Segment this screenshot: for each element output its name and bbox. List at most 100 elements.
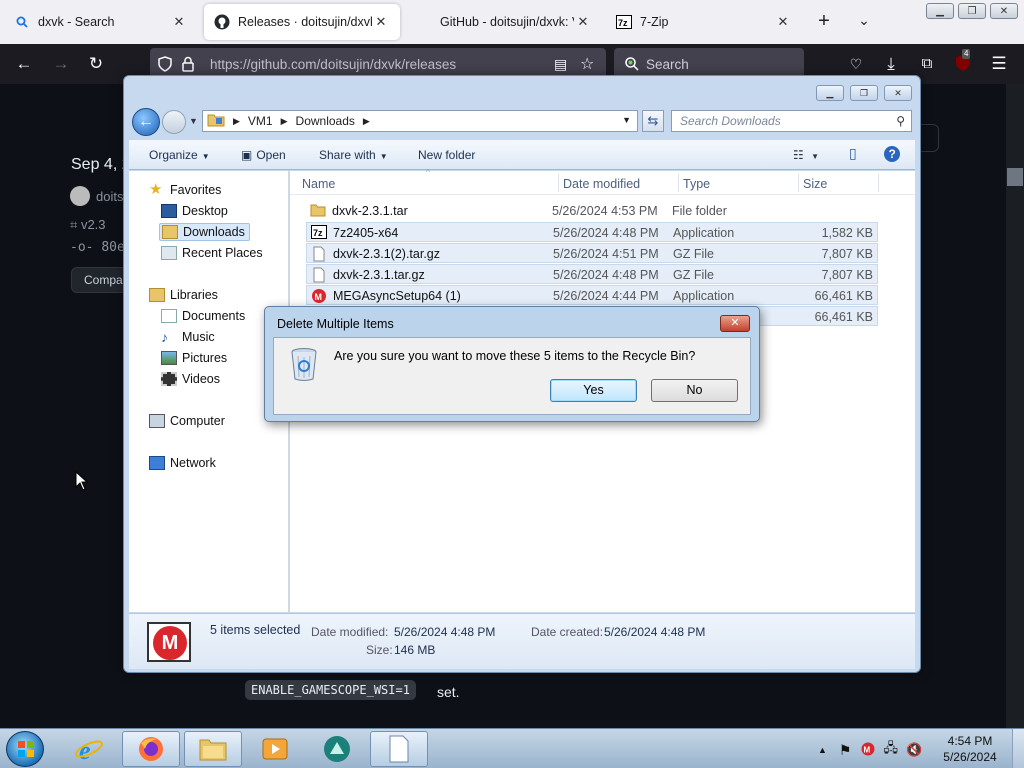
- nav-desktop[interactable]: Desktop: [161, 204, 228, 218]
- nav-downloads[interactable]: Downloads: [159, 223, 250, 241]
- share-with-button[interactable]: Share with ▼: [319, 148, 388, 162]
- column-name[interactable]: Name: [302, 177, 335, 191]
- breadcrumb-vm1[interactable]: VM1: [248, 114, 273, 128]
- no-button[interactable]: No: [651, 379, 738, 402]
- tab-list-chevron-icon[interactable]: ⌄: [852, 12, 876, 29]
- nav-music[interactable]: ♪ Music: [161, 330, 215, 344]
- nav-pictures[interactable]: Pictures: [161, 351, 227, 365]
- close-tab-icon[interactable]: ✕: [170, 14, 188, 30]
- column-divider[interactable]: [878, 174, 879, 192]
- file-type: Application: [673, 226, 735, 240]
- avatar[interactable]: [70, 186, 90, 206]
- internet-explorer-icon[interactable]: e: [60, 731, 118, 767]
- tab-7zip[interactable]: 7z 7-Zip ✕: [606, 4, 802, 40]
- download-icon[interactable]: ⤓: [880, 53, 902, 75]
- search-icon[interactable]: ⚲: [896, 114, 905, 128]
- file-type: Application: [673, 289, 735, 303]
- nav-computer[interactable]: Computer: [149, 414, 225, 428]
- shield-icon[interactable]: [158, 56, 172, 75]
- close-tab-icon[interactable]: ✕: [774, 14, 792, 30]
- yes-button[interactable]: Yes: [550, 379, 637, 402]
- network-tray-icon[interactable]: 🖧: [883, 739, 898, 761]
- lock-icon[interactable]: [182, 56, 194, 75]
- breadcrumb-downloads[interactable]: Downloads: [296, 114, 355, 128]
- new-folder-button[interactable]: New folder: [418, 148, 475, 162]
- column-date-modified[interactable]: Date modified: [563, 177, 640, 191]
- compare-button[interactable]: Compa: [71, 267, 131, 293]
- new-tab-button[interactable]: +: [812, 10, 836, 33]
- folder-icon: [310, 203, 326, 217]
- preview-pane-icon[interactable]: ▯: [849, 145, 857, 162]
- explorer-close-button[interactable]: ✕: [884, 85, 912, 101]
- show-hidden-icons-icon[interactable]: ▲: [818, 745, 827, 755]
- file-name: dxvk-2.3.1.tar: [332, 204, 408, 218]
- media-player-icon[interactable]: [246, 731, 304, 767]
- pocket-icon[interactable]: ♡: [845, 53, 867, 75]
- ublock-icon[interactable]: 4: [952, 49, 974, 75]
- close-tab-icon[interactable]: ✕: [574, 14, 592, 30]
- nav-libraries[interactable]: Libraries: [149, 288, 218, 302]
- dialog-close-button[interactable]: ✕: [720, 315, 750, 332]
- address-dropdown-icon[interactable]: ▼: [622, 115, 631, 125]
- minimize-button[interactable]: ▁: [926, 3, 954, 19]
- nav-recent-places[interactable]: Recent Places: [161, 246, 263, 260]
- nav-network[interactable]: Network: [149, 456, 216, 470]
- extensions-icon[interactable]: ⧉: [916, 53, 938, 75]
- app-taskbar-icon[interactable]: [308, 731, 366, 767]
- breadcrumb-separator[interactable]: ▶: [281, 116, 288, 127]
- help-icon[interactable]: ?: [883, 145, 901, 166]
- file-row[interactable]: dxvk-2.3.1(2).tar.gz 5/26/2024 4:51 PM G…: [306, 243, 878, 263]
- tab-dxvk-search[interactable]: dxvk - Search ✕: [4, 4, 198, 40]
- mega-tray-icon[interactable]: M: [861, 742, 875, 759]
- scrollbar-thumb[interactable]: [1007, 168, 1023, 186]
- clock[interactable]: 4:54 PM 5/26/2024: [940, 733, 1000, 765]
- file-row[interactable]: dxvk-2.3.1.tar 5/26/2024 4:53 PM File fo…: [306, 201, 878, 221]
- file-row[interactable]: M MEGAsyncSetup64 (1) 5/26/2024 4:44 PM …: [306, 285, 878, 305]
- breadcrumb-separator[interactable]: ▶: [363, 116, 370, 127]
- column-size[interactable]: Size: [803, 177, 827, 191]
- nav-favorites[interactable]: ★ Favorites: [149, 182, 221, 197]
- reader-view-icon[interactable]: ▤: [554, 56, 567, 73]
- action-center-flag-icon[interactable]: ⚑: [839, 742, 852, 759]
- column-divider[interactable]: [798, 174, 799, 192]
- nav-documents[interactable]: Documents: [161, 309, 245, 323]
- network-icon: [149, 456, 165, 470]
- volume-muted-icon[interactable]: 🔇: [906, 742, 922, 758]
- page-scrollbar[interactable]: [1006, 84, 1024, 728]
- column-divider[interactable]: [558, 174, 559, 192]
- release-author[interactable]: doits: [70, 186, 123, 206]
- breadcrumb-separator[interactable]: ▶: [233, 116, 240, 127]
- forward-arrow-icon[interactable]: →: [50, 53, 72, 75]
- nav-videos[interactable]: Videos: [161, 372, 220, 386]
- back-arrow-icon[interactable]: ←: [13, 53, 35, 75]
- tab-releases[interactable]: Releases · doitsujin/dxvk ✕: [204, 4, 400, 40]
- notepad-taskbar-button[interactable]: [370, 731, 428, 767]
- close-window-button[interactable]: ✕: [990, 3, 1018, 19]
- refresh-button[interactable]: ⇆: [642, 110, 664, 132]
- explorer-restore-button[interactable]: ❐: [850, 85, 878, 101]
- column-type[interactable]: Type: [683, 177, 710, 191]
- address-bar[interactable]: ▶ VM1 ▶ Downloads ▶ ▼: [202, 110, 638, 132]
- tab-github-dxvk[interactable]: GitHub - doitsujin/dxvk: Vu ✕: [406, 4, 602, 40]
- search-downloads-input[interactable]: Search Downloads ⚲: [671, 110, 912, 132]
- reload-icon[interactable]: ↻: [85, 53, 107, 75]
- show-desktop-button[interactable]: [1012, 729, 1024, 768]
- file-row[interactable]: 7z 7z2405-x64 5/26/2024 4:48 PM Applicat…: [306, 222, 878, 242]
- view-options-icon[interactable]: ☷ ▼: [793, 148, 819, 162]
- restore-button[interactable]: ❐: [958, 3, 986, 19]
- file-row[interactable]: dxvk-2.3.1.tar.gz 5/26/2024 4:48 PM GZ F…: [306, 264, 878, 284]
- start-button[interactable]: [6, 731, 44, 767]
- recent-pages-dropdown[interactable]: ▼: [189, 116, 198, 126]
- release-tag[interactable]: ⌗ v2.3: [70, 217, 106, 233]
- hamburger-menu-icon[interactable]: ☰: [988, 53, 1010, 75]
- column-divider[interactable]: [678, 174, 679, 192]
- explorer-taskbar-button[interactable]: [184, 731, 242, 767]
- bookmark-star-icon[interactable]: ☆: [580, 54, 594, 74]
- back-button[interactable]: ←: [132, 108, 160, 136]
- close-tab-icon[interactable]: ✕: [372, 14, 390, 30]
- open-button[interactable]: ▣ Open: [241, 148, 286, 162]
- explorer-minimize-button[interactable]: ▁: [816, 85, 844, 101]
- forward-button[interactable]: [162, 110, 186, 134]
- firefox-taskbar-button[interactable]: [122, 731, 180, 767]
- organize-button[interactable]: Organize ▼: [149, 148, 210, 162]
